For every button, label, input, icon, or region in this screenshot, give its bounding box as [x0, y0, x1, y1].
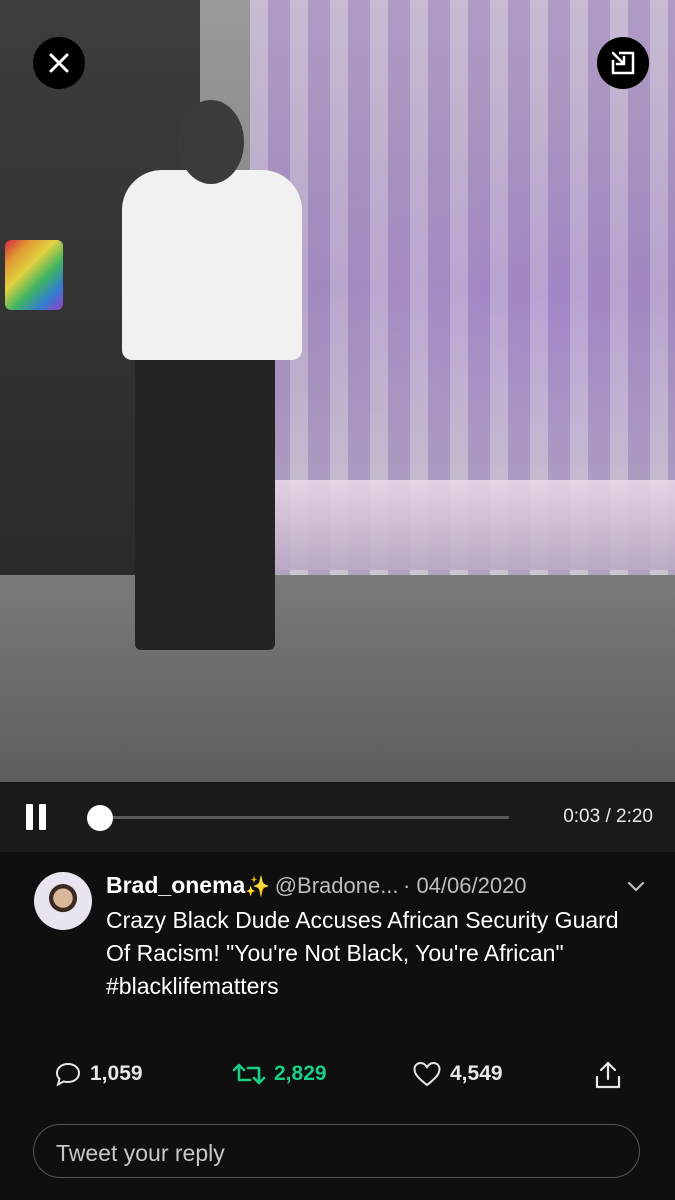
video-rainbow-item — [5, 240, 63, 310]
tweet-actions: 1,059 2,829 4,549 — [0, 1060, 675, 1096]
pause-icon-bar — [39, 804, 46, 830]
video-person-shirt — [122, 170, 302, 360]
time-separator: / — [605, 806, 611, 827]
minimize-to-corner-icon — [611, 51, 635, 75]
retweet-action[interactable]: 2,829 — [232, 1060, 327, 1088]
tweet-header: Brad_onema✨ @Bradone... · 04/06/2020 — [106, 872, 646, 904]
tweet-menu-button[interactable] — [626, 876, 646, 901]
tweet-card: Brad_onema✨ @Bradone... · 04/06/2020 Cra… — [0, 852, 675, 1200]
reply-box[interactable] — [33, 1124, 640, 1178]
display-name[interactable]: Brad_onema — [106, 872, 245, 898]
minimize-button[interactable] — [597, 37, 649, 89]
avatar[interactable] — [34, 872, 92, 930]
pause-button[interactable] — [24, 804, 48, 830]
chevron-down-icon — [627, 881, 645, 892]
video-person-legs — [135, 355, 275, 650]
progress-track[interactable] — [91, 816, 509, 819]
reply-icon — [55, 1062, 81, 1087]
handle[interactable]: @Bradone... — [275, 873, 399, 898]
name-emoji: ✨ — [245, 876, 271, 898]
heart-icon — [413, 1061, 441, 1087]
progress-thumb[interactable] — [86, 805, 113, 831]
share-action[interactable] — [594, 1060, 622, 1090]
like-action[interactable]: 4,549 — [412, 1060, 503, 1088]
duration: 2:20 — [616, 806, 653, 827]
retweet-count: 2,829 — [274, 1062, 327, 1085]
pause-icon — [26, 804, 33, 830]
close-icon — [49, 53, 69, 73]
video-floor — [0, 575, 675, 782]
retweet-icon — [232, 1063, 266, 1085]
reply-input[interactable] — [54, 1137, 618, 1169]
tweet-date: · 04/06/2020 — [403, 873, 527, 898]
share-icon — [595, 1061, 621, 1089]
reply-action[interactable]: 1,059 — [54, 1060, 143, 1088]
current-time: 0:03 — [563, 806, 601, 827]
time-display: 0:03 / 2:20 — [563, 806, 653, 828]
close-button[interactable] — [33, 37, 85, 89]
video-person-head — [178, 100, 244, 184]
reply-count: 1,059 — [90, 1062, 143, 1085]
tweet-text: Crazy Black Dude Accuses African Securit… — [106, 907, 619, 999]
like-count: 4,549 — [450, 1062, 503, 1085]
video-shelf-base — [270, 480, 675, 570]
player-controls: 0:03 / 2:20 — [0, 782, 675, 852]
video-frame[interactable] — [0, 0, 675, 782]
